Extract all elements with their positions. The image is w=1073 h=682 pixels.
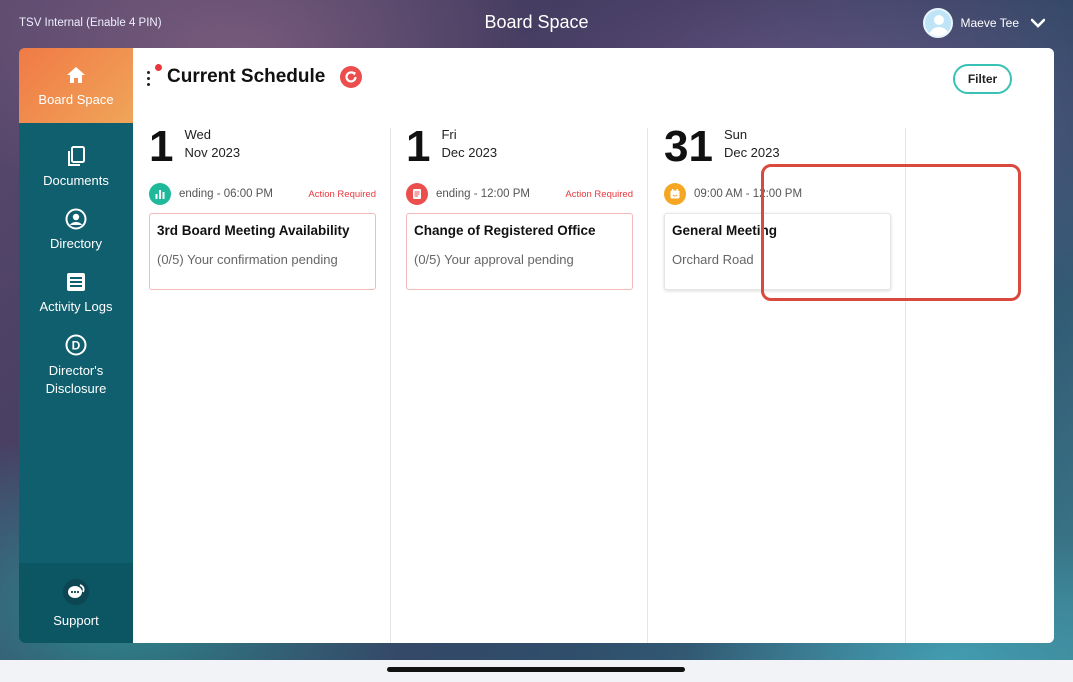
user-avatar-icon[interactable] bbox=[922, 8, 953, 38]
calendar-icon bbox=[664, 183, 686, 205]
weekday: Wed bbox=[184, 127, 211, 142]
sidebar-item-directors-disclosure[interactable]: D Director's Disclosure bbox=[19, 314, 133, 398]
action-required-label: Action Required bbox=[308, 188, 376, 200]
date-heading: 31 Sun Dec 2023 bbox=[664, 122, 780, 171]
event-time: ending - 12:00 PM bbox=[436, 188, 530, 200]
event-meta: ending - 06:00 PM Action Required bbox=[149, 183, 376, 205]
user-name: Maeve Tee bbox=[960, 16, 1019, 30]
more-options-icon[interactable] bbox=[145, 64, 162, 87]
sidebar-item-board-space[interactable]: Board Space bbox=[19, 48, 133, 123]
date-heading: 1 Fri Dec 2023 bbox=[406, 122, 498, 171]
support-button[interactable]: Support bbox=[19, 563, 133, 643]
list-icon bbox=[65, 271, 87, 293]
support-chat-icon bbox=[63, 578, 89, 605]
month-year: Dec 2023 bbox=[441, 145, 498, 160]
page-title: Current Schedule bbox=[167, 66, 326, 87]
day-number: 31 bbox=[664, 122, 713, 171]
day-number: 1 bbox=[149, 122, 174, 171]
month-year: Nov 2023 bbox=[184, 145, 241, 160]
app-frame: Board Space Documents Directory Activity… bbox=[19, 48, 1054, 643]
sidebar-item-directory[interactable]: Directory bbox=[19, 188, 133, 251]
support-label: Support bbox=[53, 612, 99, 628]
sidebar-item-label: Documents bbox=[43, 173, 109, 188]
home-icon bbox=[65, 64, 87, 86]
date-heading: 1 Wed Nov 2023 bbox=[149, 122, 241, 171]
event-time: ending - 06:00 PM bbox=[179, 188, 273, 200]
home-indicator[interactable] bbox=[387, 667, 685, 672]
event-title: 3rd Board Meeting Availability bbox=[157, 223, 350, 238]
refresh-icon[interactable] bbox=[340, 66, 363, 88]
document-icon bbox=[406, 183, 428, 205]
notification-dot bbox=[155, 64, 162, 71]
chevron-down-icon[interactable] bbox=[1030, 16, 1046, 31]
event-meta: 09:00 AM - 12:00 PM bbox=[664, 183, 891, 205]
sidebar-item-label: Board Space bbox=[38, 92, 114, 107]
documents-icon bbox=[65, 145, 87, 167]
sidebar-item-label: Activity Logs bbox=[39, 299, 113, 314]
event-location: Orchard Road bbox=[672, 252, 754, 267]
schedule-panel: Current Schedule Filter 1 Wed Nov 2023 e… bbox=[133, 48, 1054, 643]
schedule-column: 1 Fri Dec 2023 ending - 12:00 PM Action … bbox=[390, 122, 648, 643]
schedule-column: 1 Wed Nov 2023 ending - 06:00 PM Action … bbox=[133, 122, 391, 643]
window-title: Board Space bbox=[484, 12, 589, 32]
event-title: Change of Registered Office bbox=[414, 223, 596, 238]
event-card[interactable]: 3rd Board Meeting Availability (0/5) You… bbox=[149, 213, 376, 290]
home-indicator-bar bbox=[0, 660, 1073, 682]
sidebar: Board Space Documents Directory Activity… bbox=[19, 48, 133, 643]
event-title: General Meeting bbox=[672, 223, 778, 238]
sidebar-item-activity-logs[interactable]: Activity Logs bbox=[19, 251, 133, 314]
svg-text:D: D bbox=[72, 339, 81, 353]
event-status: (0/5) Your confirmation pending bbox=[157, 252, 338, 267]
event-time: 09:00 AM - 12:00 PM bbox=[694, 188, 803, 200]
sidebar-item-documents[interactable]: Documents bbox=[19, 123, 133, 188]
event-card[interactable]: General Meeting Orchard Road bbox=[664, 213, 891, 290]
event-meta: ending - 12:00 PM Action Required bbox=[406, 183, 633, 205]
weekday: Sun bbox=[723, 127, 748, 142]
event-status: (0/5) Your approval pending bbox=[414, 252, 574, 267]
schedule-header: Current Schedule bbox=[145, 64, 363, 88]
event-card[interactable]: Change of Registered Office (0/5) Your a… bbox=[406, 213, 633, 290]
month-year: Dec 2023 bbox=[723, 145, 780, 160]
user-menu[interactable]: Maeve Tee bbox=[922, 8, 1046, 38]
weekday: Fri bbox=[441, 127, 457, 142]
schedule-column: 31 Sun Dec 2023 09:00 AM - 12:00 PM Gene… bbox=[648, 122, 906, 643]
top-bar: TSV Internal (Enable 4 PIN) Board Space … bbox=[0, 0, 1073, 48]
disclosure-d-icon: D bbox=[65, 334, 87, 356]
sidebar-item-label: Director's Disclosure bbox=[45, 363, 107, 396]
filter-button[interactable]: Filter bbox=[953, 64, 1012, 94]
person-icon bbox=[65, 208, 87, 230]
day-number: 1 bbox=[406, 122, 431, 171]
action-required-label: Action Required bbox=[565, 188, 633, 200]
poll-icon bbox=[149, 183, 171, 205]
sidebar-item-label: Directory bbox=[49, 236, 102, 251]
